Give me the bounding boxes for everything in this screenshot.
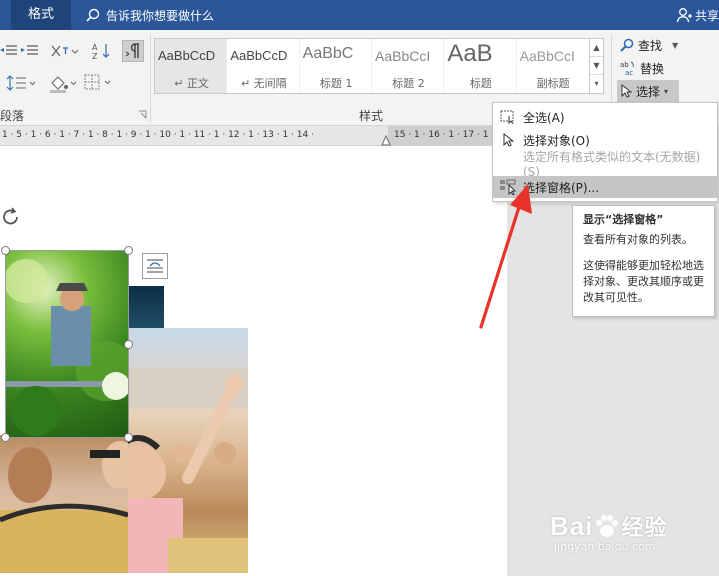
resize-handle[interactable] — [124, 246, 133, 255]
style-heading-2[interactable]: AaBbCcI 标题 2 — [372, 39, 445, 93]
rotate-handle-icon[interactable] — [0, 206, 22, 228]
replace-icon: ab ac — [620, 61, 634, 76]
watermark-brand-suffix: 经验 — [621, 515, 668, 540]
style-no-spacing[interactable]: AaBbCcD ↵ 无间隔 — [227, 39, 300, 93]
svg-text:A: A — [92, 43, 98, 52]
style-name: 标题 1 — [319, 77, 353, 90]
share-button[interactable]: 共享 — [676, 5, 719, 25]
lightbulb-search-icon — [86, 8, 100, 22]
resize-handle[interactable] — [1, 433, 10, 442]
sort-icon[interactable]: AZ — [92, 42, 112, 60]
find-label: 查找 — [638, 38, 663, 53]
annotation-arrow-icon — [479, 184, 532, 329]
menu-item-label: 选择对象(O) — [523, 133, 590, 148]
tab-format[interactable]: 格式 — [11, 0, 71, 30]
svg-text:ab: ab — [620, 61, 629, 69]
background-photo-lower — [0, 435, 138, 573]
increase-indent-icon[interactable] — [21, 43, 39, 59]
selection-pane-tooltip: 显示“选择窗格” 查看所有对象的列表。 这使得能够更加轻松地选择对象、更改其顺序… — [572, 205, 715, 317]
menu-item-select-all[interactable]: 全选(A) — [493, 106, 717, 128]
style-title[interactable]: AaB 标题 — [444, 39, 517, 93]
style-preview: AaB — [447, 40, 493, 67]
style-name: 标题 — [469, 77, 492, 90]
select-label: 选择 — [636, 84, 661, 99]
layout-options-button[interactable] — [142, 253, 168, 279]
menu-item-select-similar: 选定所有格式类似的文本(无数据)(S) — [493, 150, 717, 179]
style-name: ↵ 正文 — [174, 77, 209, 90]
style-preview: AaBbCcD — [230, 48, 288, 63]
tell-me-box[interactable]: 告诉我你想要做什么 — [86, 6, 214, 24]
chevron-down-icon: ▾ — [664, 86, 669, 96]
style-name: 副标题 — [536, 77, 570, 90]
decrease-indent-icon[interactable] — [0, 43, 18, 59]
select-all-icon — [493, 106, 523, 128]
find-button[interactable]: 查找 ▼ — [620, 35, 678, 55]
photo-content-icon — [110, 368, 248, 573]
select-button[interactable]: 选择 ▾ — [617, 80, 679, 102]
selected-photo[interactable] — [5, 250, 129, 438]
chinese-layout-icon[interactable] — [50, 42, 78, 60]
watermark-logo: Bai 经验 — [550, 510, 667, 542]
indent-marker-icon[interactable] — [381, 135, 391, 146]
resize-handle[interactable] — [124, 340, 133, 349]
line-spacing-icon[interactable] — [6, 74, 36, 92]
svg-text:Z: Z — [92, 52, 98, 60]
gallery-up-icon[interactable]: ▲ — [590, 39, 603, 57]
gallery-more-icon[interactable]: ▾ — [590, 75, 603, 93]
search-icon — [620, 38, 634, 52]
dark-photo-edge — [128, 286, 164, 328]
show-marks-button[interactable] — [122, 40, 144, 62]
blank-icon — [493, 152, 523, 174]
style-heading-1[interactable]: AaBbC 标题 1 — [300, 39, 372, 93]
photo-content-icon — [0, 441, 138, 573]
dialog-launcher-icon[interactable] — [138, 110, 147, 119]
resize-handle[interactable] — [1, 246, 10, 255]
text-wrap-icon — [147, 259, 163, 273]
photo-content-icon — [6, 259, 128, 436]
tell-me-text: 告诉我你想要做什么 — [106, 8, 215, 23]
gallery-scroll[interactable]: ▲ ▼ ▾ — [590, 38, 604, 94]
chevron-down-icon: ▼ — [672, 40, 679, 50]
svg-text:ac: ac — [625, 69, 633, 76]
cursor-arrow-icon — [493, 129, 523, 151]
shading-icon[interactable] — [48, 73, 78, 93]
style-normal[interactable]: AaBbCcD ↵ 正文 — [155, 39, 228, 93]
paw-icon — [596, 515, 619, 537]
pilcrow-icon — [125, 43, 139, 58]
watermark-brand: Bai — [550, 510, 594, 541]
paragraph-group-label: 段落 — [0, 109, 25, 123]
style-name: ↵ 无间隔 — [240, 77, 287, 90]
ruler-labels: 1 · 5 · 1 · 6 · 1 · 7 · 1 · 8 · 1 · 9 · … — [2, 130, 314, 140]
menu-item-label: 选定所有格式类似的文本(无数据)(S) — [522, 149, 701, 179]
ribbon-separator — [150, 34, 151, 122]
horizontal-ruler[interactable]: 1 · 5 · 1 · 6 · 1 · 7 · 1 · 8 · 1 · 9 · … — [0, 126, 507, 146]
replace-label: 替换 — [640, 61, 665, 76]
title-bar: 格式 告诉我你想要做什么 共享 — [0, 0, 719, 30]
style-name: 标题 2 — [392, 77, 425, 90]
resize-handle[interactable] — [124, 433, 133, 442]
background-photo[interactable] — [110, 328, 248, 573]
watermark-url: jingyan.baidu.com — [554, 540, 656, 553]
replace-button[interactable]: ab ac 替换 — [620, 58, 664, 78]
menu-item-label: 全选(A) — [523, 110, 565, 125]
styles-gallery: AaBbCcD ↵ 正文 AaBbCcD ↵ 无间隔 AaBbC 标题 1 Aa… — [154, 38, 590, 94]
style-preview: AaBbC — [302, 45, 354, 62]
person-add-icon — [676, 8, 692, 23]
style-subtitle[interactable]: AaBbCcI 副标题 — [517, 39, 589, 93]
ruler-labels-margin: 15 · 1 · 16 · 1 · 17 · 1 — [394, 130, 489, 140]
share-label: 共享 — [694, 8, 719, 23]
tooltip-line: 查看所有对象的列表。 — [583, 233, 693, 246]
style-preview: AaBbCcI — [519, 48, 575, 64]
borders-icon[interactable] — [84, 74, 114, 92]
style-preview: AaBbCcD — [158, 48, 216, 63]
cursor-arrow-icon — [621, 84, 632, 98]
gallery-down-icon[interactable]: ▼ — [590, 57, 603, 75]
style-preview: AaBbCcI — [374, 48, 431, 64]
tooltip-title: 显示“选择窗格” — [583, 213, 664, 226]
watermark: Bai 经验 jingyan.baidu.com — [550, 510, 667, 554]
tooltip-description: 这使得能够更加轻松地选择对象、更改其顺序或更改其可见性。 — [583, 259, 704, 304]
styles-group-label: 样式 — [359, 109, 384, 123]
